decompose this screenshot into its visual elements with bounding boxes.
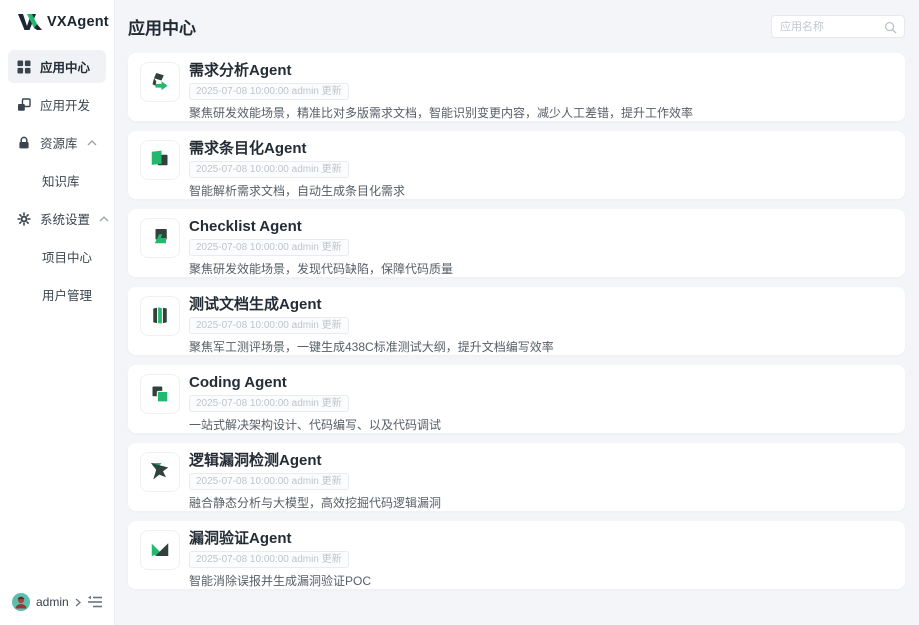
brand: VXAgent [0, 0, 114, 41]
sidebar-item-5[interactable]: 项目中心 [8, 240, 106, 273]
apps-icon [17, 98, 31, 112]
sidebar-footer: admin [0, 587, 114, 617]
chevron-right-icon [75, 598, 81, 607]
checklist-icon [145, 223, 175, 253]
sidebar-item-label: 系统设置 [40, 209, 90, 228]
sidebar-item-6[interactable]: 用户管理 [8, 278, 106, 311]
card-title: 漏洞验证Agent [189, 530, 889, 548]
sidebar-item-1[interactable]: 应用开发 [8, 88, 106, 121]
card-meta: 2025-07-08 10:00:00 admin 更新 [189, 161, 349, 178]
card[interactable]: 漏洞验证Agent 2025-07-08 10:00:00 admin 更新 智… [128, 521, 905, 589]
app-root: VXAgent 应用中心 应用开发 资源库 知识库 系统设置 项目中心 用户管理 [0, 0, 919, 625]
card-description: 聚焦军工测评场景，一键生成438C标准测试大纲，提升文档编写效率 [189, 340, 889, 354]
gear-icon [17, 212, 31, 226]
sidebar-item-label: 应用开发 [40, 95, 90, 114]
main-header: 应用中心 [128, 0, 905, 53]
chevron-up-icon [87, 140, 97, 146]
logic-vuln-icon [145, 457, 175, 487]
requirement-analysis-icon [145, 67, 175, 97]
brand-logo-icon [18, 13, 42, 31]
user-menu[interactable]: admin [12, 593, 81, 611]
card-list: 需求分析Agent 2025-07-08 10:00:00 admin 更新 聚… [128, 53, 905, 589]
lock-icon [17, 136, 31, 150]
requirement-analysis-icon-box [140, 62, 180, 102]
card-meta: 2025-07-08 10:00:00 admin 更新 [189, 317, 349, 334]
chevron-up-icon [99, 216, 109, 222]
card[interactable]: Coding Agent 2025-07-08 10:00:00 admin 更… [128, 365, 905, 433]
search-input[interactable] [772, 16, 880, 37]
search-icon[interactable] [884, 21, 897, 34]
sidebar: VXAgent 应用中心 应用开发 资源库 知识库 系统设置 项目中心 用户管理 [0, 0, 115, 625]
logic-vuln-icon-box [140, 452, 180, 492]
test-doc-icon [145, 301, 175, 331]
card-body: 需求分析Agent 2025-07-08 10:00:00 admin 更新 聚… [189, 62, 889, 120]
card-body: 需求条目化Agent 2025-07-08 10:00:00 admin 更新 … [189, 140, 889, 198]
requirement-itemize-icon [145, 145, 175, 175]
card-description: 一站式解决架构设计、代码编写、以及代码调试 [189, 418, 889, 432]
sidebar-item-label: 资源库 [40, 133, 78, 152]
sidebar-item-label: 知识库 [42, 171, 80, 190]
card-body: Checklist Agent 2025-07-08 10:00:00 admi… [189, 218, 889, 276]
card-meta: 2025-07-08 10:00:00 admin 更新 [189, 551, 349, 568]
collapse-sidebar-icon [87, 595, 103, 609]
vuln-verify-icon-box [140, 530, 180, 570]
card-meta: 2025-07-08 10:00:00 admin 更新 [189, 83, 349, 100]
sidebar-menu: 应用中心 应用开发 资源库 知识库 系统设置 项目中心 用户管理 [0, 41, 114, 311]
card-meta: 2025-07-08 10:00:00 admin 更新 [189, 395, 349, 412]
card-description: 融合静态分析与大模型，高效挖掘代码逻辑漏洞 [189, 496, 889, 510]
search-box [771, 15, 905, 38]
card-meta: 2025-07-08 10:00:00 admin 更新 [189, 473, 349, 490]
card-description: 聚焦研发效能场景，精准比对多版需求文档，智能识别变更内容，减少人工差错，提升工作… [189, 106, 889, 120]
card-description: 智能解析需求文档，自动生成条目化需求 [189, 184, 889, 198]
brand-name: VXAgent [47, 14, 109, 30]
page-title: 应用中心 [128, 14, 196, 39]
avatar [12, 593, 30, 611]
sidebar-item-label: 项目中心 [42, 247, 92, 266]
checklist-icon-box [140, 218, 180, 258]
card-description: 智能消除误报并生成漏洞验证POC [189, 574, 889, 588]
card-body: 漏洞验证Agent 2025-07-08 10:00:00 admin 更新 智… [189, 530, 889, 588]
card-body: 测试文档生成Agent 2025-07-08 10:00:00 admin 更新… [189, 296, 889, 354]
sidebar-item-0[interactable]: 应用中心 [8, 50, 106, 83]
card-body: 逻辑漏洞检测Agent 2025-07-08 10:00:00 admin 更新… [189, 452, 889, 510]
card[interactable]: Checklist Agent 2025-07-08 10:00:00 admi… [128, 209, 905, 277]
main: 应用中心 需求分析Agent 2025-07-08 10:00:00 admin… [115, 0, 919, 625]
sidebar-item-3[interactable]: 知识库 [8, 164, 106, 197]
coding-icon [145, 379, 175, 409]
card-description: 聚焦研发效能场景，发现代码缺陷，保障代码质量 [189, 262, 889, 276]
card[interactable]: 需求条目化Agent 2025-07-08 10:00:00 admin 更新 … [128, 131, 905, 199]
coding-icon-box [140, 374, 180, 414]
card-title: Coding Agent [189, 374, 889, 392]
card-title: 逻辑漏洞检测Agent [189, 452, 889, 470]
sidebar-item-label: 应用中心 [40, 57, 90, 76]
collapse-sidebar-button[interactable] [87, 595, 103, 609]
username: admin [36, 595, 69, 609]
card[interactable]: 需求分析Agent 2025-07-08 10:00:00 admin 更新 聚… [128, 53, 905, 121]
card[interactable]: 逻辑漏洞检测Agent 2025-07-08 10:00:00 admin 更新… [128, 443, 905, 511]
requirement-itemize-icon-box [140, 140, 180, 180]
card-title: 测试文档生成Agent [189, 296, 889, 314]
vuln-verify-icon [145, 535, 175, 565]
test-doc-icon-box [140, 296, 180, 336]
card-meta: 2025-07-08 10:00:00 admin 更新 [189, 239, 349, 256]
card-title: 需求分析Agent [189, 62, 889, 80]
sidebar-item-4[interactable]: 系统设置 [8, 202, 106, 235]
grid-icon [17, 60, 31, 74]
sidebar-item-label: 用户管理 [42, 285, 92, 304]
sidebar-item-2[interactable]: 资源库 [8, 126, 106, 159]
card-body: Coding Agent 2025-07-08 10:00:00 admin 更… [189, 374, 889, 432]
card[interactable]: 测试文档生成Agent 2025-07-08 10:00:00 admin 更新… [128, 287, 905, 355]
card-title: Checklist Agent [189, 218, 889, 236]
card-title: 需求条目化Agent [189, 140, 889, 158]
